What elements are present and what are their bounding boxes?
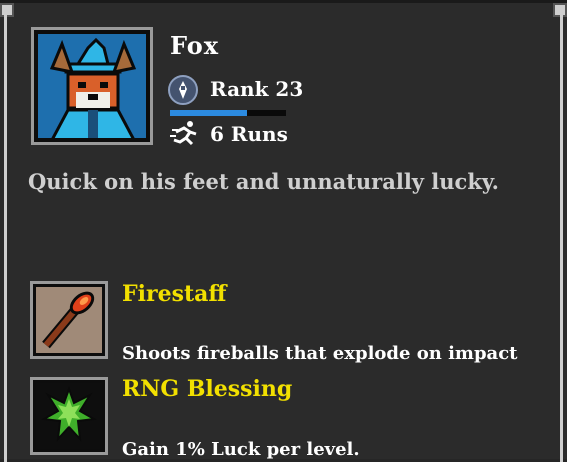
item-title-firestaff: Firestaff: [122, 281, 227, 307]
character-name: Fox: [170, 31, 220, 60]
rank-label: Rank 23: [210, 77, 304, 101]
runs-label: 6 Runs: [210, 122, 288, 146]
running-icon: [170, 121, 197, 146]
firestaff-slot[interactable]: [30, 281, 108, 359]
panel-corner-left: [0, 3, 14, 17]
rng-blessing-icon: [36, 383, 102, 449]
character-panel: Fox Rank 23 6 Runs Quick on his feet and…: [0, 0, 567, 462]
item-desc-firestaff: Shoots fireballs that explode on impact: [122, 343, 518, 364]
rank-badge-icon: [168, 75, 198, 105]
fox-portrait-icon: [38, 34, 146, 138]
item-title-rng-blessing: RNG Blessing: [122, 376, 293, 402]
panel-frame-left: [4, 9, 7, 462]
fox-wizard-icon: [49, 37, 137, 138]
rank-progress-fill: [170, 110, 247, 116]
panel-frame-right: [560, 9, 563, 462]
rank-emblem-icon: [179, 81, 187, 99]
firestaff-icon: [36, 287, 102, 353]
item-desc-rng-blessing: Gain 1% Luck per level.: [122, 439, 360, 460]
character-description: Quick on his feet and unnaturally lucky.: [28, 169, 499, 194]
character-portrait: [31, 27, 153, 145]
firestaff-art: [36, 287, 102, 353]
rank-progress-bar: [170, 110, 286, 116]
rng-blessing-art: [36, 383, 102, 449]
rng-blessing-slot[interactable]: [30, 377, 108, 455]
